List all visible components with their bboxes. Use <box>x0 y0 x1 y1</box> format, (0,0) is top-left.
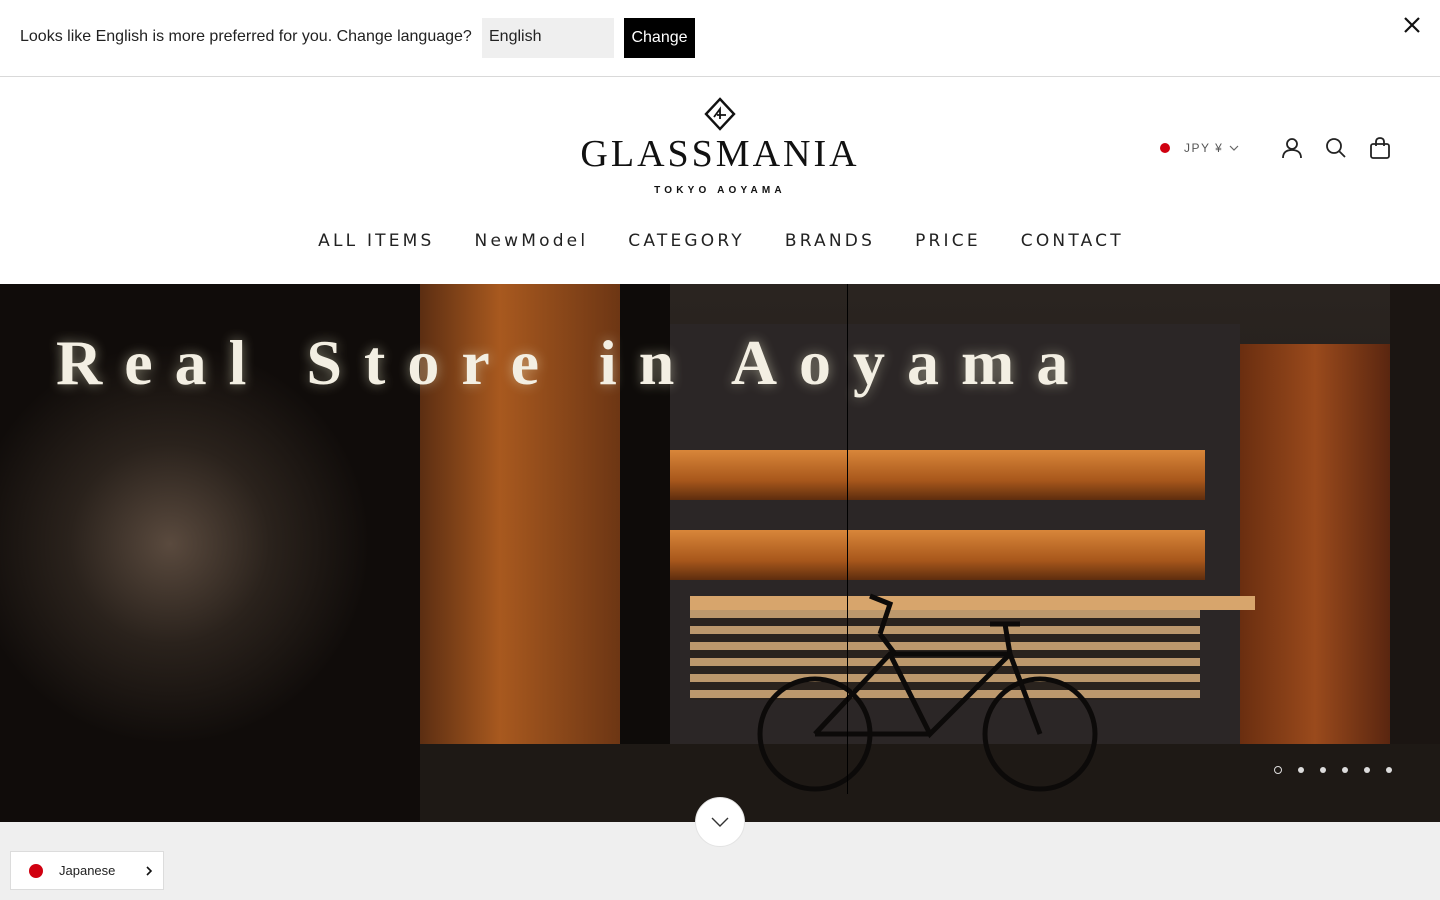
search-icon[interactable] <box>1325 137 1347 159</box>
nav-item-price[interactable]: PRICE <box>915 231 981 251</box>
nav-item-contact[interactable]: CONTACT <box>1021 231 1124 251</box>
main-nav: ALL ITEMS NewModel CATEGORY BRANDS PRICE… <box>0 231 1440 251</box>
japan-flag-icon <box>29 863 43 878</box>
hero-photo-edge <box>1390 284 1440 822</box>
change-language-button[interactable]: Change <box>624 18 695 58</box>
nav-item-new-model[interactable]: NewModel <box>475 231 589 251</box>
hero-photo-shelf <box>670 530 1205 580</box>
scroll-down-button[interactable] <box>695 797 745 847</box>
slideshow-pagination <box>1274 766 1392 774</box>
slide-dot[interactable] <box>1320 767 1326 773</box>
close-icon[interactable] <box>1401 14 1423 36</box>
language-banner-message: Looks like English is more preferred for… <box>20 28 472 45</box>
chevron-down-icon <box>1229 145 1239 151</box>
currency-selector[interactable]: JPY ¥ <box>1160 141 1239 155</box>
language-select[interactable]: English <box>482 18 614 58</box>
site-logo[interactable]: GLASSMANIA TOKYO AOYAMA <box>560 97 880 201</box>
hero-photo-shelf <box>670 450 1205 500</box>
hero-photo-door <box>1240 344 1390 744</box>
logo-subtitle: TOKYO AOYAMA <box>654 185 786 196</box>
header-tools: JPY ¥ <box>1160 135 1239 161</box>
slide-dot[interactable] <box>1364 767 1370 773</box>
currency-label: JPY ¥ <box>1184 141 1224 155</box>
logo-wordmark: GLASSMANIA <box>580 133 860 175</box>
cart-icon[interactable] <box>1369 137 1391 159</box>
bicycle-illustration <box>757 593 1098 792</box>
slide-dot[interactable] <box>1274 766 1282 774</box>
nav-item-all-items[interactable]: ALL ITEMS <box>318 231 434 251</box>
nav-item-brands[interactable]: BRANDS <box>785 231 875 251</box>
slide-dot[interactable] <box>1386 767 1392 773</box>
slide-dot[interactable] <box>1342 767 1348 773</box>
hero-headline: Real Store in Aoyama <box>56 327 1091 398</box>
currency-flag-icon <box>1160 143 1170 153</box>
hero-slideshow[interactable]: Real Store in Aoyama <box>0 284 1440 822</box>
language-switcher[interactable]: Japanese <box>10 851 164 890</box>
logo-diamond-icon <box>704 97 736 131</box>
language-banner: Looks like English is more preferred for… <box>0 0 1440 77</box>
slide-dot[interactable] <box>1298 767 1304 773</box>
chevron-right-icon <box>146 866 153 876</box>
language-switcher-label: Japanese <box>59 863 116 878</box>
chevron-down-icon <box>711 817 729 827</box>
nav-item-category[interactable]: CATEGORY <box>628 231 745 251</box>
site-header: GLASSMANIA TOKYO AOYAMA JPY ¥ ALL ITEMS … <box>0 77 1440 284</box>
account-icon[interactable] <box>1281 137 1303 159</box>
